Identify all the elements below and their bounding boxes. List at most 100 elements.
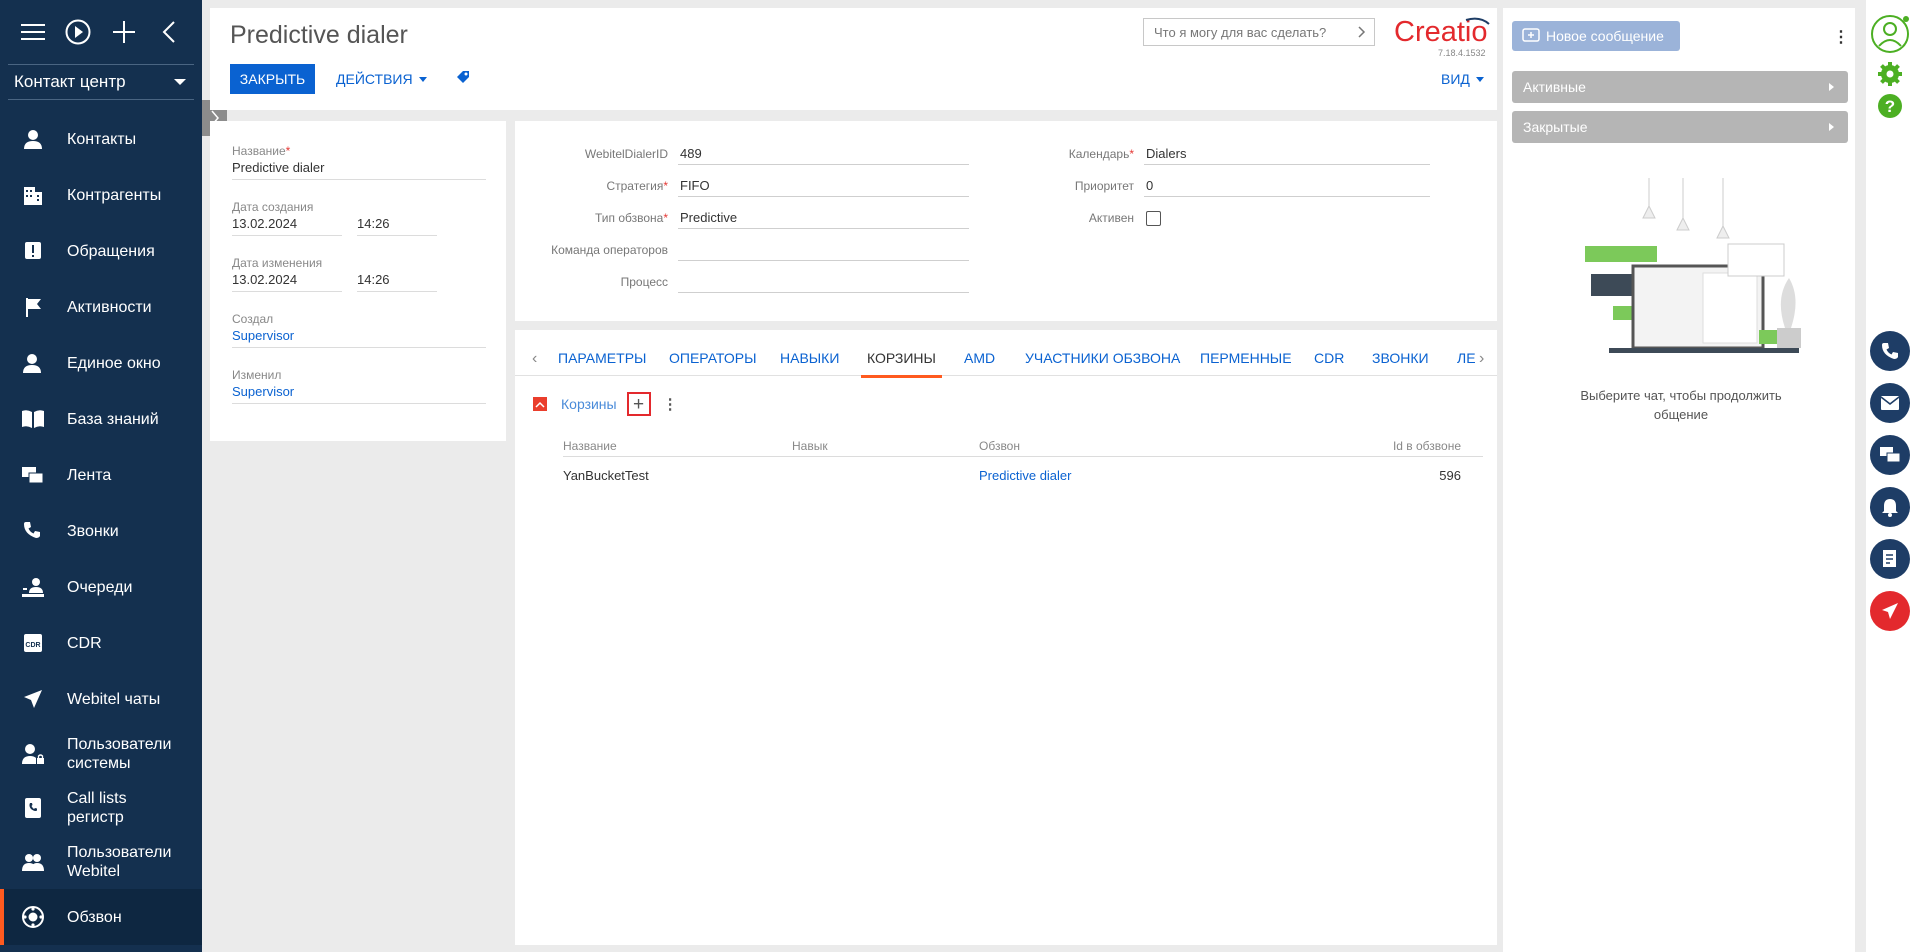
chevron-right-icon	[1358, 26, 1366, 38]
tab-truncated[interactable]: ЛЕ	[1457, 350, 1479, 366]
tab-variables[interactable]: ПЕРМЕННЫЕ	[1200, 350, 1292, 366]
tab-parameters[interactable]: ПАРАМЕТРЫ	[558, 350, 646, 366]
command-search[interactable]: Что я могу для вас сделать?	[1143, 18, 1375, 46]
sidebar-item-label: Call lists регистр	[67, 790, 127, 826]
phone-book-icon	[20, 795, 46, 821]
priority-input[interactable]: 0	[1144, 175, 1430, 197]
close-button[interactable]: ЗАКРЫТЬ	[230, 64, 315, 94]
sidebar-item-alert[interactable]: Обращения	[0, 223, 202, 279]
flag-icon	[20, 294, 46, 320]
col-dialer[interactable]: Обзвон	[979, 439, 1020, 453]
closed-chats-group[interactable]: Закрытые	[1512, 111, 1848, 143]
type-label: Тип обзвона	[594, 211, 664, 225]
building-icon	[20, 182, 46, 208]
strategy-input[interactable]: FIFO	[678, 175, 969, 197]
team-input[interactable]	[678, 239, 969, 261]
name-value[interactable]: Predictive dialer	[232, 158, 486, 180]
workplace-selector[interactable]: Контакт центр	[8, 64, 194, 100]
sidebar-item-person[interactable]: Контакты	[0, 111, 202, 167]
sidebar-item-building[interactable]: Контрагенты	[0, 167, 202, 223]
required-mark: *	[285, 144, 291, 158]
sidebar-item-queue[interactable]: Очереди	[0, 559, 202, 615]
col-id[interactable]: Id в обзвоне	[1393, 439, 1461, 453]
sidebar-item-user-lock[interactable]: Пользователи системы	[0, 727, 202, 781]
sidebar-item-book[interactable]: База знаний	[0, 391, 202, 447]
process-input[interactable]	[678, 271, 969, 293]
menu-icon[interactable]	[10, 12, 56, 52]
tab-skills[interactable]: НАВЫКИ	[780, 350, 839, 366]
tag-icon[interactable]	[456, 70, 470, 87]
sidebar-item-label: Единое окно	[67, 354, 161, 372]
col-skill[interactable]: Навык	[792, 439, 828, 453]
type-input[interactable]: Predictive	[678, 207, 969, 229]
col-name[interactable]: Название	[563, 439, 617, 453]
row-dialer-link[interactable]: Predictive dialer	[979, 468, 1072, 483]
tab-bar: ‹ ПАРАМЕТРЫ ОПЕРАТОРЫ НАВЫКИ КОРЗИНЫ AMD…	[515, 330, 1497, 378]
detail-menu-icon[interactable]: ⋮	[663, 395, 678, 413]
active-checkbox[interactable]	[1146, 210, 1161, 226]
email-icon[interactable]	[1870, 383, 1910, 423]
notifications-bell-icon[interactable]	[1870, 487, 1910, 527]
sidebar-item-chat-bubbles[interactable]: Лента	[0, 447, 202, 503]
queue-icon	[20, 574, 46, 600]
tab-buckets[interactable]: КОРЗИНЫ	[861, 350, 942, 378]
tab-members[interactable]: УЧАСТНИКИ ОБЗВОНА	[1025, 350, 1180, 366]
help-icon[interactable]: ?	[1877, 93, 1903, 122]
dialer-id-input[interactable]: 489	[678, 143, 969, 165]
sidebar-item-phone-book[interactable]: Call lists регистр	[0, 781, 202, 835]
row-name: YanBucketTest	[563, 468, 649, 483]
sidebar-item-label: Обращения	[67, 242, 155, 260]
collapse-detail-icon[interactable]	[533, 397, 547, 411]
process-row: Процесс	[515, 268, 969, 296]
detail-title[interactable]: Корзины	[561, 396, 617, 412]
sidebar-item-phone[interactable]: Звонки	[0, 503, 202, 559]
tab-cdr[interactable]: CDR	[1314, 350, 1344, 366]
modified-label: Дата изменения	[232, 256, 323, 270]
actions-button[interactable]: ДЕЙСТВИЯ	[336, 71, 427, 87]
chevron-down-icon	[1475, 76, 1484, 82]
active-chats-group[interactable]: Активные	[1512, 71, 1848, 103]
plus-icon[interactable]	[101, 12, 147, 52]
calendar-label: Календарь	[1068, 147, 1130, 161]
send-icon[interactable]	[1870, 591, 1910, 631]
add-bucket-button[interactable]: +	[626, 392, 651, 416]
tab-calls[interactable]: ЗВОНКИ	[1372, 350, 1429, 366]
sidebar-item-cdr[interactable]: CDR CDR	[0, 615, 202, 671]
settings-gear-icon[interactable]	[1877, 61, 1903, 90]
sidebar-item-dialer[interactable]: Обзвон	[0, 889, 202, 945]
calendar-input[interactable]: Dialers	[1144, 143, 1430, 165]
message-plus-icon	[1522, 28, 1540, 42]
tab-operators[interactable]: ОПЕРАТОРЫ	[669, 350, 756, 366]
tab-scroll-left-icon[interactable]: ‹	[532, 350, 537, 368]
sidebar-item-users[interactable]: Пользователи Webitel	[0, 835, 202, 889]
panel-menu-icon[interactable]: ⋮	[1833, 27, 1849, 47]
feed-document-icon[interactable]	[1870, 539, 1910, 579]
tab-scroll-right-icon[interactable]: ›	[1479, 350, 1484, 368]
new-message-button[interactable]: Новое сообщение	[1512, 21, 1680, 51]
sidebar-item-label: Звонки	[67, 522, 119, 540]
sidebar-item-person-window[interactable]: Единое окно	[0, 335, 202, 391]
page-header: Predictive dialer ЗАКРЫТЬ ДЕЙСТВИЯ Что я…	[210, 8, 1497, 110]
view-button[interactable]: ВИД	[1441, 71, 1484, 87]
chats-icon[interactable]	[1870, 435, 1910, 475]
chevron-down-icon	[174, 79, 186, 85]
collapse-left-icon[interactable]	[147, 12, 193, 52]
sidebar-item-flag[interactable]: Активности	[0, 279, 202, 335]
left-panel: Контакт центр Контакты Контрагенты Обращен…	[0, 0, 202, 952]
sidebar-item-label: Webitel чаты	[67, 690, 161, 708]
profile-avatar-icon[interactable]	[1870, 14, 1910, 57]
author-link[interactable]: Supervisor	[232, 326, 486, 348]
phone-icon[interactable]	[1870, 331, 1910, 371]
sidebar-item-send[interactable]: Webitel чаты	[0, 671, 202, 727]
tab-amd[interactable]: AMD	[964, 350, 995, 366]
required-mark: *	[1129, 147, 1134, 161]
sidebar-item-label: Пользователи Webitel	[67, 844, 172, 880]
sidebar-item-label: Лента	[67, 466, 112, 484]
new-message-label: Новое сообщение	[1546, 28, 1664, 44]
play-icon[interactable]	[56, 12, 102, 52]
required-mark: *	[663, 211, 668, 225]
sidebar-item-label: Пользователи системы	[67, 736, 172, 772]
editor-link[interactable]: Supervisor	[232, 382, 486, 404]
sidebar-item-label: База знаний	[67, 410, 159, 428]
chat-bubbles-icon	[20, 462, 46, 488]
